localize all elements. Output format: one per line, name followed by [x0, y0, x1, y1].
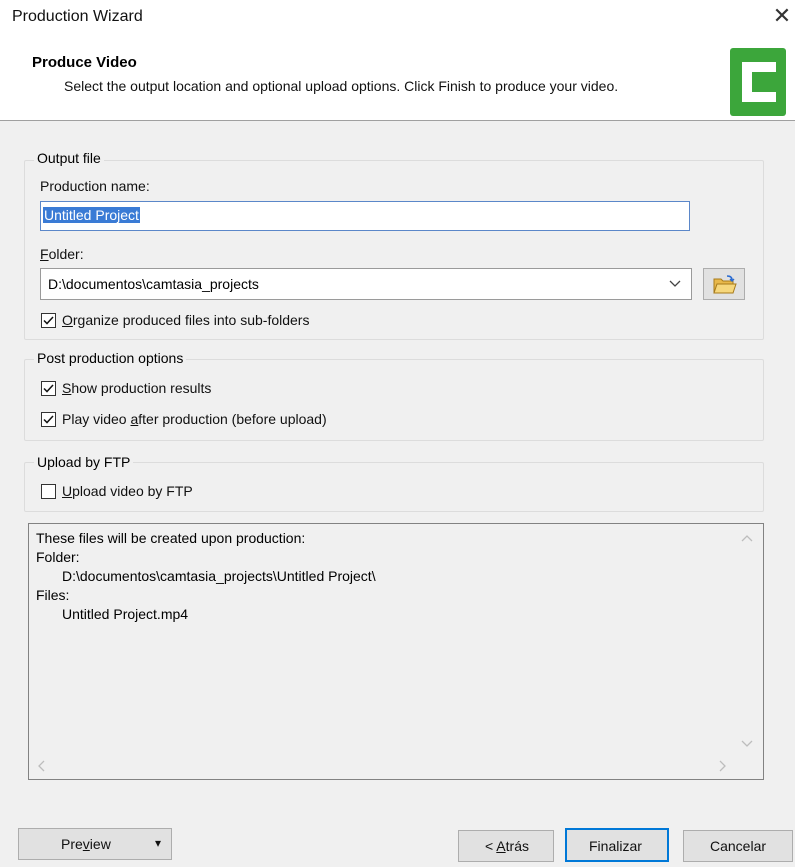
scroll-up-icon[interactable] — [741, 534, 753, 547]
preview-accel: v — [82, 836, 90, 852]
scroll-left-icon[interactable] — [37, 760, 47, 775]
organize-subfolders-label[interactable]: Organize produced files into sub-folders — [62, 312, 309, 328]
upload-rest: pload video by FTP — [72, 483, 193, 499]
back-pre: < — [485, 838, 497, 854]
info-folder-path: D:\documentos\camtasia_projects\Untitled… — [62, 568, 376, 584]
back-post: trás — [505, 838, 529, 854]
window-title: Production Wizard — [12, 8, 143, 25]
upload-ftp-checkbox[interactable] — [41, 484, 56, 499]
production-files-info: These files will be created upon product… — [28, 523, 764, 780]
show-results-checkbox[interactable] — [41, 381, 56, 396]
open-folder-icon — [713, 275, 737, 300]
cancel-button[interactable]: Cancelar — [683, 830, 793, 862]
preview-pre: Pre — [61, 836, 83, 852]
play-video-checkbox[interactable] — [41, 412, 56, 427]
folder-label-rest: older: — [48, 246, 84, 262]
production-name-value: Untitled Project — [43, 207, 140, 223]
dropdown-arrow-icon[interactable]: ▾ — [155, 836, 161, 850]
play-video-post: fter production (before upload) — [138, 411, 327, 427]
post-production-group-label: Post production options — [34, 350, 187, 366]
camtasia-logo-icon — [730, 48, 786, 116]
page-title: Produce Video — [32, 54, 137, 71]
folder-value: D:\documentos\camtasia_projects — [48, 276, 259, 292]
back-button-label: < Atrás — [485, 838, 529, 854]
show-results-accel: S — [62, 380, 72, 396]
info-heading: These files will be created upon product… — [36, 530, 306, 546]
post-production-group — [24, 359, 764, 441]
output-file-group-label: Output file — [34, 150, 104, 166]
info-file-name: Untitled Project.mp4 — [62, 606, 189, 622]
folder-combobox[interactable]: D:\documentos\camtasia_projects — [40, 268, 692, 300]
preview-button[interactable]: Preview ▾ — [18, 828, 172, 860]
scroll-right-icon[interactable] — [717, 760, 727, 775]
browse-folder-button[interactable] — [703, 268, 745, 300]
preview-button-label: Preview — [61, 836, 111, 852]
organize-accel: O — [62, 312, 73, 328]
cancel-button-label: Cancelar — [710, 838, 767, 854]
finish-button[interactable]: Finalizar — [565, 828, 669, 862]
production-name-label: Production name: — [40, 178, 150, 194]
play-video-pre: Play video — [62, 411, 131, 427]
finish-button-label: Finalizar — [589, 838, 642, 854]
folder-label-accel: F — [40, 246, 49, 262]
upload-ftp-label[interactable]: Upload video by FTP — [62, 483, 193, 499]
folder-label: Folder: — [40, 246, 84, 262]
page-subtitle: Select the output location and optional … — [64, 78, 619, 94]
show-results-rest: how production results — [71, 380, 212, 396]
production-name-input[interactable]: Untitled Project — [40, 201, 690, 231]
back-button[interactable]: < Atrás — [458, 830, 554, 862]
info-folder-label: Folder: — [36, 549, 80, 565]
organize-rest: rganize produced files into sub-folders — [72, 312, 310, 328]
upload-ftp-group-label: Upload by FTP — [34, 454, 134, 470]
show-results-label[interactable]: Show production results — [62, 380, 211, 396]
organize-subfolders-checkbox[interactable] — [41, 313, 56, 328]
play-video-label[interactable]: Play video after production (before uplo… — [62, 411, 327, 427]
preview-post: iew — [89, 836, 111, 852]
chevron-down-icon[interactable] — [669, 277, 681, 292]
back-accel: A — [496, 838, 506, 854]
upload-accel: U — [62, 483, 73, 499]
info-files-label: Files: — [36, 587, 70, 603]
close-icon[interactable]: ✕ — [770, 4, 794, 28]
scroll-down-icon[interactable] — [741, 738, 753, 751]
